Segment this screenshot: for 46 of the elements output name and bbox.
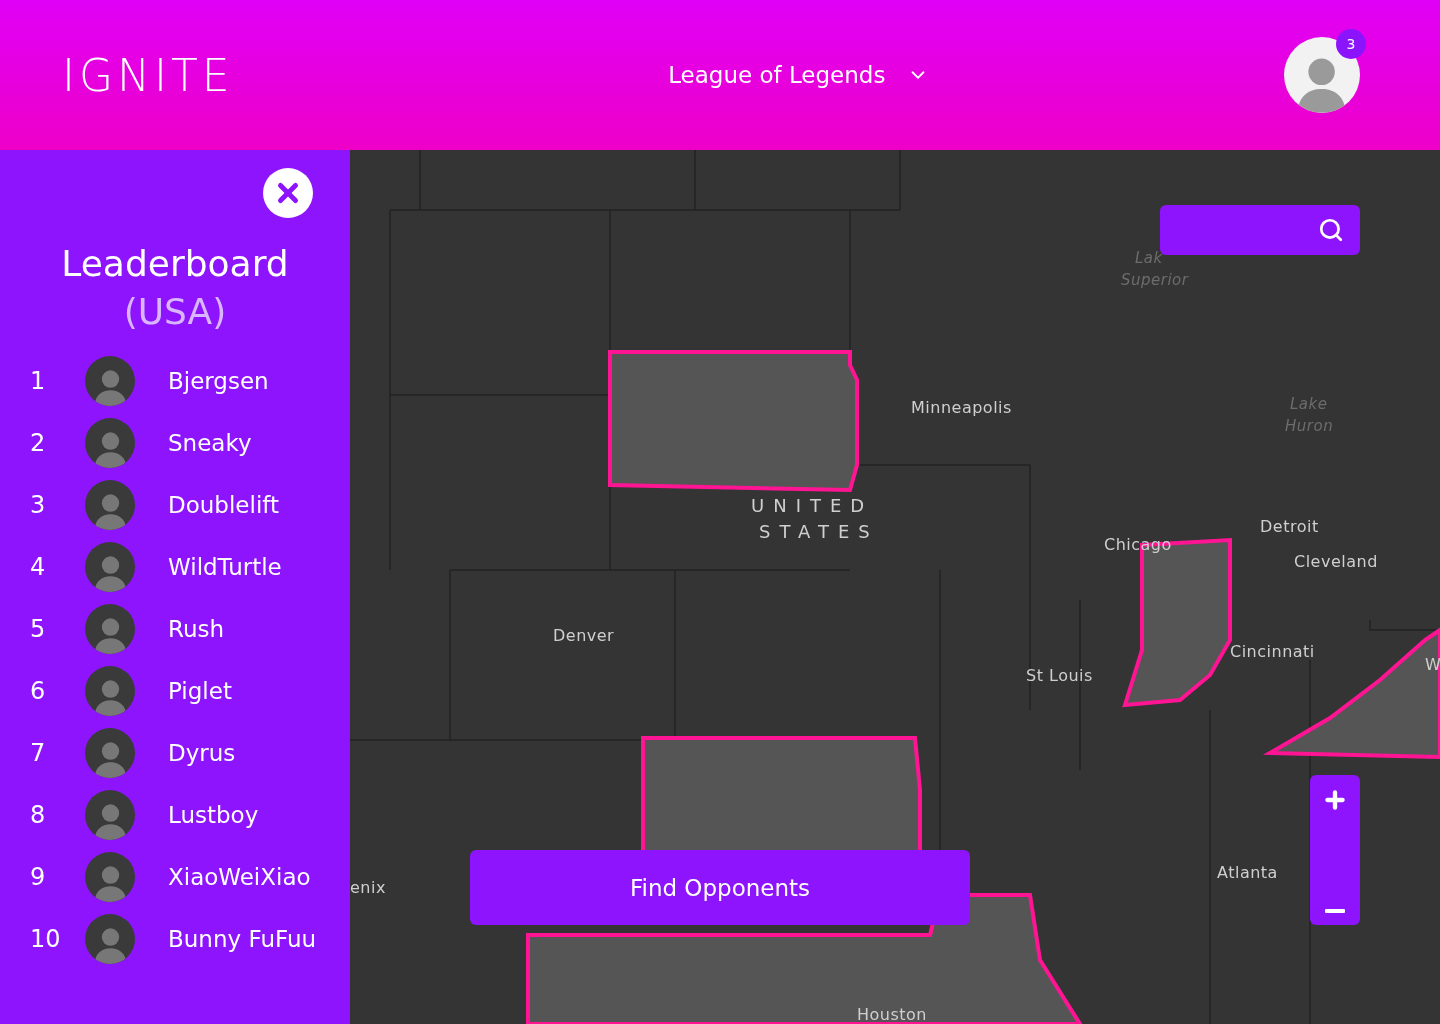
map-label: St Louis: [1026, 666, 1093, 685]
player-rank: 2: [30, 429, 47, 457]
player-name: Bunny FuFuu: [168, 926, 317, 952]
map-label: Houston: [857, 1005, 927, 1024]
player-rank: 6: [30, 677, 47, 705]
player-name: Sneaky: [168, 430, 252, 456]
map-label: STATES: [759, 521, 879, 542]
player-rank: 4: [30, 553, 47, 581]
player-name: Bjergsen: [168, 368, 269, 394]
player-name: Lustboy: [168, 802, 259, 828]
player-rank: 7: [30, 739, 47, 767]
map-label: Huron: [1285, 417, 1334, 435]
map-label: Superior: [1121, 271, 1189, 289]
map-label: Cincinnati: [1230, 642, 1315, 661]
player-name: Dyrus: [168, 740, 236, 766]
player-rank: 5: [30, 615, 47, 643]
player-name: Doublelift: [168, 492, 279, 518]
leaderboard-title: Leaderboard: [60, 242, 290, 286]
map-label: Detroit: [1260, 517, 1319, 536]
map-label: Minneapolis: [911, 398, 1012, 417]
map-label: enix: [350, 878, 386, 897]
player-name: WildTurtle: [168, 554, 282, 580]
map-label: Denver: [553, 626, 615, 645]
player-rank: 3: [30, 491, 47, 519]
map-label: Lake: [1290, 395, 1328, 413]
leaderboard-region: (USA): [122, 290, 228, 334]
map-label: UNITED: [751, 495, 874, 516]
map-label: Cleveland: [1294, 552, 1378, 571]
player-rank: 10: [30, 925, 62, 953]
logo[interactable]: IGNITE: [62, 49, 234, 101]
player-rank: 8: [30, 801, 47, 829]
zoom-out-button[interactable]: [1323, 907, 1347, 915]
player-name: Rush: [168, 616, 225, 642]
player-name: Piglet: [168, 678, 232, 704]
find-opponents-button[interactable]: Find Opponents: [470, 850, 970, 925]
notification-badge: 3: [1336, 29, 1366, 59]
player-name: XiaoWeiXiao: [168, 864, 311, 890]
map-label: Atlanta: [1217, 863, 1278, 882]
close-button[interactable]: [263, 168, 313, 218]
plus-icon: [1322, 787, 1348, 813]
map-label: Lak: [1135, 249, 1163, 267]
player-rank: 9: [30, 863, 47, 891]
search-icon: [1318, 217, 1344, 243]
player-rank: 1: [30, 367, 47, 395]
game-selector[interactable]: League of Legends: [662, 61, 936, 89]
minus-icon: [1325, 909, 1345, 913]
